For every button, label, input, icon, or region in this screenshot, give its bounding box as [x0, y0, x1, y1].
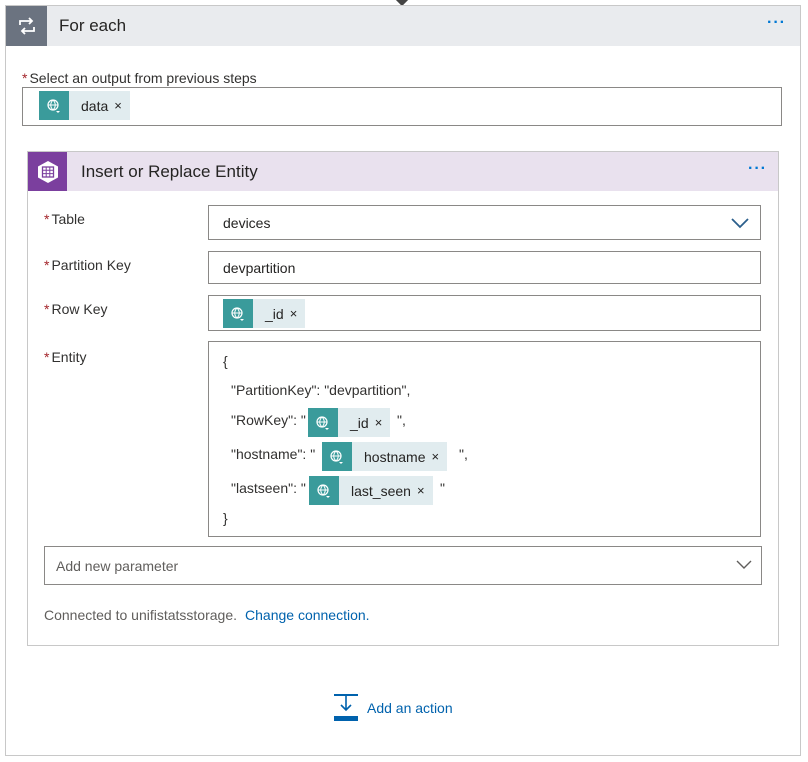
- table-label: * Table: [44, 211, 85, 227]
- entity-label: * Entity: [44, 349, 87, 365]
- globe-icon: [309, 476, 339, 505]
- foreach-header[interactable]: For each ···: [6, 6, 800, 46]
- remove-token-button[interactable]: ×: [114, 98, 130, 113]
- table-value: devices: [223, 215, 271, 231]
- remove-token-button[interactable]: ×: [417, 483, 433, 498]
- partition-key-input[interactable]: devpartition: [208, 251, 761, 284]
- add-action-label: Add an action: [367, 700, 453, 716]
- action-title: Insert or Replace Entity: [81, 162, 258, 181]
- token-data[interactable]: data ×: [39, 91, 130, 120]
- table-storage-icon: [28, 152, 67, 191]
- globe-icon: [223, 299, 253, 328]
- globe-icon: [39, 91, 69, 120]
- chevron-down-icon: [731, 218, 749, 229]
- row-key-input[interactable]: _id ×: [208, 295, 761, 331]
- entity-partition-line: "PartitionKey": "devpartition",: [231, 382, 411, 398]
- token-hostname[interactable]: hostname ×: [322, 442, 448, 471]
- add-action-button[interactable]: Add an action: [333, 693, 453, 723]
- foreach-card: For each ··· * Select an output from prev…: [5, 5, 801, 756]
- select-output-input[interactable]: data ×: [22, 87, 782, 126]
- connection-info: Connected to unifistatsstorage. Change co…: [44, 607, 370, 623]
- globe-icon: [308, 408, 338, 437]
- action-header[interactable]: Insert or Replace Entity ···: [28, 152, 778, 191]
- chevron-down-icon: [736, 560, 752, 569]
- select-output-label: * Select an output from previous steps: [22, 70, 257, 86]
- action-menu-button[interactable]: ···: [748, 160, 767, 178]
- insert-replace-entity-card: Insert or Replace Entity ··· * Table devi…: [27, 151, 779, 646]
- token-id[interactable]: _id ×: [308, 408, 391, 437]
- add-new-parameter-dropdown[interactable]: Add new parameter: [44, 546, 762, 585]
- add-action-icon: [334, 694, 358, 721]
- change-connection-link[interactable]: Change connection.: [245, 607, 370, 623]
- row-key-label: * Row Key: [44, 301, 108, 317]
- entity-textarea[interactable]: { "PartitionKey": "devpartition", "RowKe…: [208, 341, 761, 537]
- token-last-seen[interactable]: last_seen ×: [309, 476, 433, 505]
- table-select[interactable]: devices: [208, 205, 761, 240]
- remove-token-button[interactable]: ×: [375, 415, 391, 430]
- partition-key-label: * Partition Key: [44, 257, 131, 273]
- globe-icon: [322, 442, 352, 471]
- remove-token-button[interactable]: ×: [431, 449, 447, 464]
- token-id[interactable]: _id ×: [223, 299, 306, 328]
- foreach-menu-button[interactable]: ···: [767, 14, 786, 32]
- loop-icon: [6, 6, 47, 46]
- foreach-title: For each: [59, 16, 127, 35]
- remove-token-button[interactable]: ×: [290, 306, 306, 321]
